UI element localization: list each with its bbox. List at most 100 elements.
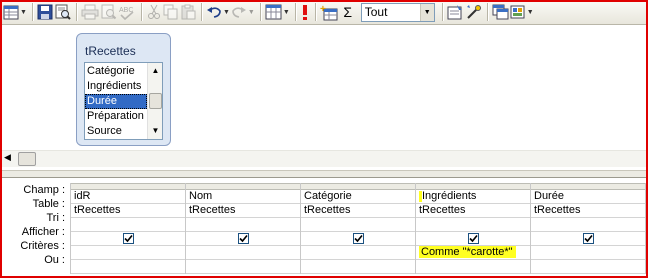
query-type-dropdown-icon[interactable]: ▼	[283, 9, 290, 16]
grid-cell-criteres[interactable]	[186, 246, 300, 260]
grid-cell-tri[interactable]	[71, 218, 185, 232]
grid-cell-ou[interactable]	[186, 260, 300, 274]
column-selector[interactable]	[71, 183, 185, 190]
grid-cell-champ[interactable]: Ingrédients	[416, 190, 530, 204]
chevron-down-icon[interactable]: ▼	[419, 3, 434, 21]
scroll-thumb[interactable]	[149, 93, 162, 109]
checkmark-icon	[468, 234, 478, 243]
redo-button[interactable]: ▼	[231, 2, 255, 23]
top-values-value[interactable]: Tout	[362, 5, 420, 19]
query-type-button[interactable]: ▼	[265, 2, 290, 23]
grid-cell-tri[interactable]	[301, 218, 415, 232]
field-item[interactable]: Préparation	[85, 109, 147, 124]
field-list-scrollbar[interactable]: ▲ ▼	[147, 63, 162, 139]
grid-cell-table[interactable]: tRecettes	[301, 204, 415, 218]
column-selector[interactable]	[531, 183, 645, 190]
toolbar-separator	[200, 3, 202, 21]
show-checkbox[interactable]	[122, 233, 134, 244]
save-button[interactable]	[37, 2, 53, 23]
grid-cell-champ[interactable]: Durée	[531, 190, 645, 204]
grid-column: idR tRecettes	[70, 183, 185, 274]
run-button[interactable]	[300, 2, 310, 23]
grid-cell-afficher[interactable]	[186, 232, 300, 246]
column-selector[interactable]	[186, 183, 300, 190]
scroll-up-icon[interactable]: ▲	[148, 63, 162, 78]
checkmark-icon	[123, 234, 133, 243]
grid-cell-afficher[interactable]	[71, 232, 185, 246]
field-item[interactable]: Ingrédients	[85, 79, 147, 94]
copy-button[interactable]	[163, 2, 179, 23]
query-design-toolbar: ▼ ABC ▼ ▼ ▼ + Σ Tout ▼ ▼	[0, 0, 648, 25]
show-checkbox[interactable]	[237, 233, 249, 244]
show-checkbox[interactable]	[352, 233, 364, 244]
properties-button[interactable]	[447, 2, 464, 23]
show-checkbox[interactable]	[582, 233, 594, 244]
grid-cell-criteres[interactable]	[531, 246, 645, 260]
grid-cell-tri[interactable]	[186, 218, 300, 232]
grid-column: Durée tRecettes	[530, 183, 645, 274]
totals-button[interactable]: Σ	[339, 2, 357, 23]
grid-cell-afficher[interactable]	[531, 232, 645, 246]
row-label-champ: Champ :	[23, 184, 65, 196]
grid-cell-afficher[interactable]	[301, 232, 415, 246]
grid-cell-champ[interactable]: idR	[71, 190, 185, 204]
grid-cell-champ[interactable]: Nom	[186, 190, 300, 204]
grid-cell-criteres[interactable]: Comme "*carotte*"	[416, 246, 530, 260]
field-item[interactable]: Durée	[85, 94, 147, 109]
pane-splitter[interactable]	[2, 170, 646, 178]
cell-text: Comme "*carotte*"	[419, 246, 516, 258]
new-object-dropdown-icon[interactable]: ▼	[527, 9, 534, 16]
show-table-button[interactable]: +	[320, 2, 338, 23]
cell-text: Nom	[189, 190, 213, 202]
cut-button[interactable]	[146, 2, 162, 23]
grid-cell-tri[interactable]	[531, 218, 645, 232]
field-item[interactable]: Catégorie	[85, 64, 147, 79]
redo-dropdown-icon[interactable]: ▼	[248, 9, 255, 16]
grid-cell-criteres[interactable]	[301, 246, 415, 260]
grid-cell-champ[interactable]: Catégorie	[301, 190, 415, 204]
new-object-button[interactable]: ▼	[510, 2, 534, 23]
view-button[interactable]: ▼	[3, 2, 27, 23]
preview-button[interactable]	[100, 2, 117, 23]
scroll-down-icon[interactable]: ▼	[148, 123, 162, 138]
field-item[interactable]: Source	[85, 124, 147, 139]
field-list-window[interactable]: tRecettes Catégorie Ingrédients Durée Prépa…	[76, 33, 171, 146]
spelling-button[interactable]: ABC	[118, 2, 136, 23]
grid-cell-table[interactable]: tRecettes	[531, 204, 645, 218]
cell-text: Durée	[534, 190, 564, 202]
top-values-combo[interactable]: Tout ▼	[360, 2, 435, 22]
field-items: Catégorie Ingrédients Durée Préparation Sour…	[85, 64, 147, 139]
column-selector[interactable]	[301, 183, 415, 190]
grid-cell-table[interactable]: tRecettes	[416, 204, 530, 218]
cell-text: tRecettes	[534, 204, 581, 216]
view-dropdown-icon[interactable]: ▼	[20, 9, 27, 16]
database-window-button[interactable]	[492, 2, 509, 23]
grid-cell-table[interactable]: tRecettes	[186, 204, 300, 218]
grid-cell-ou[interactable]	[71, 260, 185, 274]
grid-cell-table[interactable]: tRecettes	[71, 204, 185, 218]
print-button[interactable]	[81, 2, 99, 23]
field-list-title[interactable]: tRecettes	[85, 44, 136, 58]
grid-cell-ou[interactable]	[301, 260, 415, 274]
show-checkbox[interactable]	[467, 233, 479, 244]
cell-text: idR	[74, 190, 91, 202]
grid-cell-ou[interactable]	[531, 260, 645, 274]
run-icon	[300, 4, 310, 21]
query-grid: Champ : Table : Tri : Afficher : Critère…	[2, 180, 648, 276]
undo-button[interactable]: ▼	[206, 2, 230, 23]
toolbar-separator	[486, 3, 488, 21]
column-selector[interactable]	[416, 183, 530, 190]
grid-cell-tri[interactable]	[416, 218, 530, 232]
field-list[interactable]: Catégorie Ingrédients Durée Préparation Sour…	[84, 62, 163, 140]
hscroll-thumb[interactable]	[18, 152, 36, 166]
table-pane-hscrollbar[interactable]: ◀	[2, 150, 646, 167]
grid-cell-criteres[interactable]	[71, 246, 185, 260]
undo-dropdown-icon[interactable]: ▼	[223, 9, 230, 16]
print-preview-button[interactable]	[54, 2, 71, 23]
grid-cell-ou[interactable]	[416, 260, 530, 274]
grid-cell-afficher[interactable]	[416, 232, 530, 246]
build-button[interactable]	[465, 2, 482, 23]
paste-button[interactable]	[180, 2, 196, 23]
show-table-icon: +	[320, 4, 338, 21]
scroll-left-icon[interactable]: ◀	[4, 152, 11, 163]
